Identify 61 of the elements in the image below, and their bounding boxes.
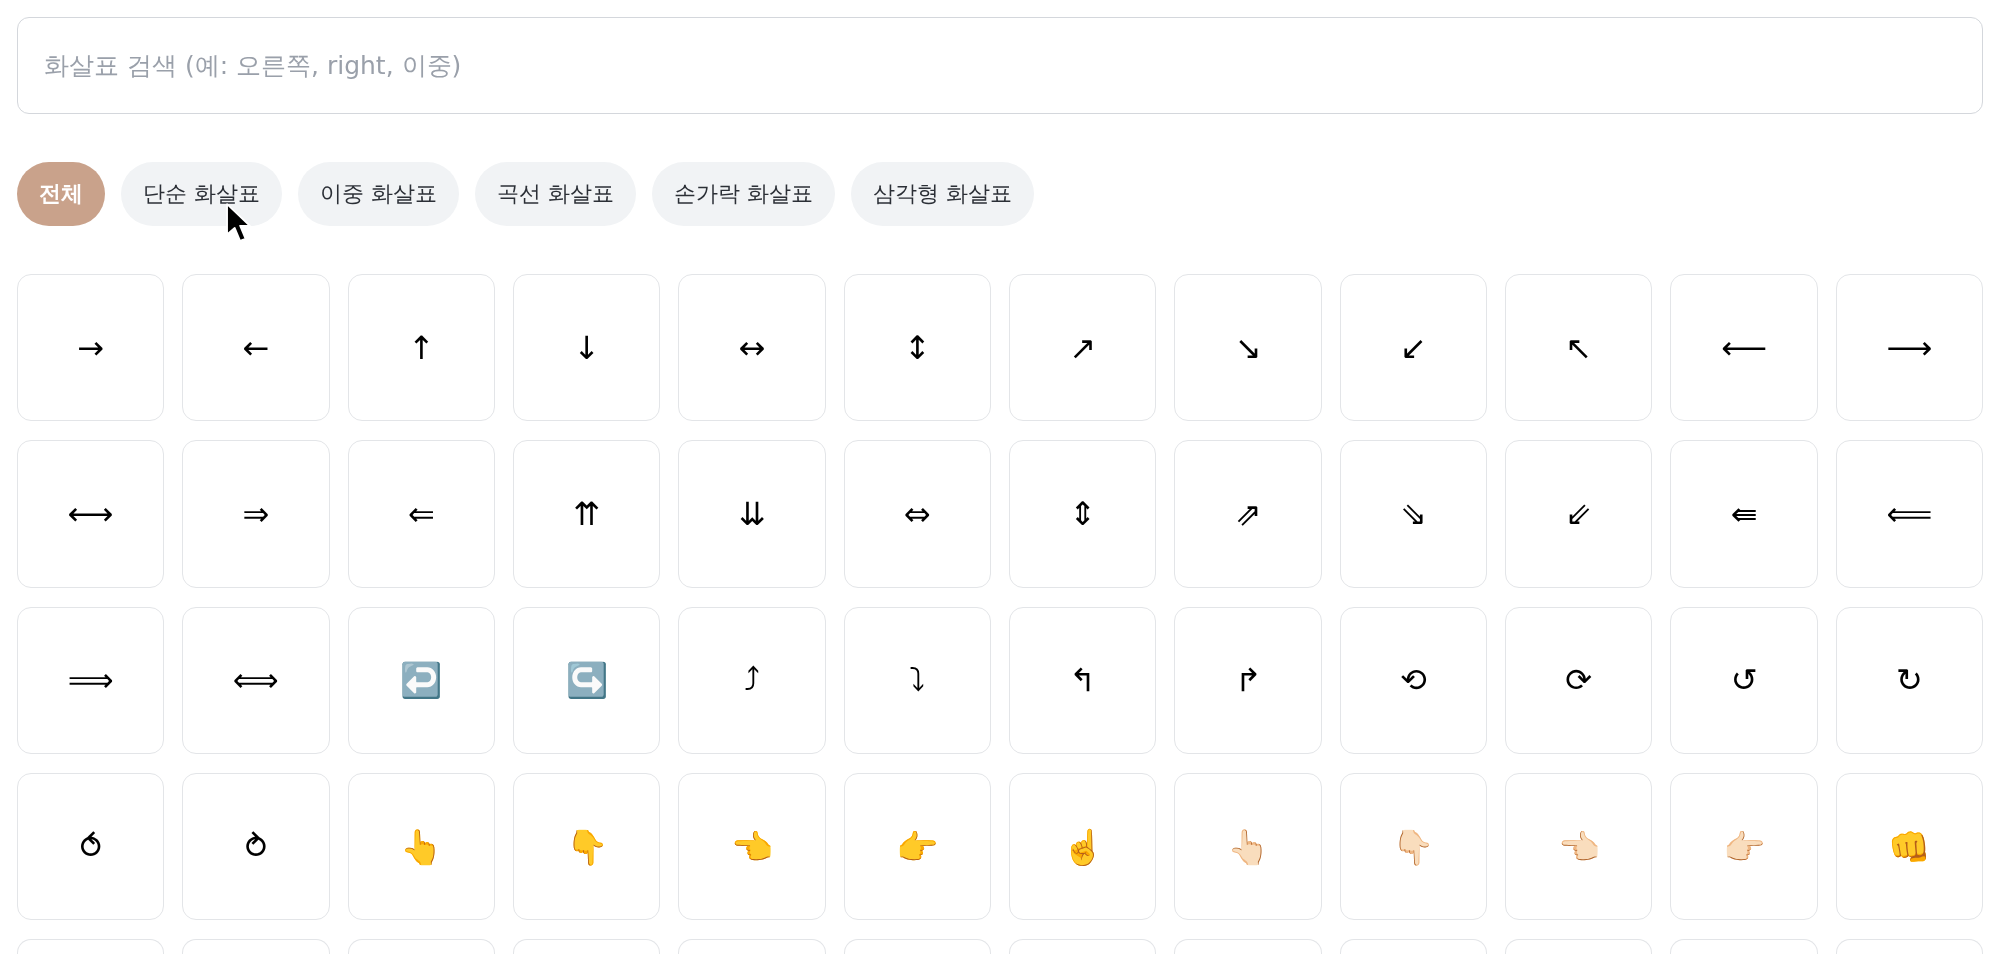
symbol-card[interactable]: ↻ [1835, 606, 1984, 755]
symbol-card[interactable]: ↪ [513, 606, 661, 755]
symbol-card[interactable]: ↺ [1670, 606, 1818, 755]
symbol-card[interactable]: ⥁ [182, 773, 330, 921]
filter-chip[interactable]: 삼각형 화살표 [851, 162, 1034, 226]
symbol-card[interactable] [1174, 939, 1322, 954]
symbol-card[interactable]: → [17, 274, 165, 422]
symbol-card[interactable]: ⟳ [1505, 606, 1653, 755]
symbol-card[interactable]: ↱ [1174, 606, 1322, 755]
symbol-card[interactable]: ⇘ [1339, 440, 1488, 588]
symbol-card[interactable]: ↑ [347, 274, 496, 422]
symbol-card[interactable]: ⟵ [1670, 274, 1818, 422]
symbol-card[interactable]: ⟶ [1835, 274, 1984, 422]
symbol-card[interactable]: ↕ [843, 274, 992, 422]
symbol-card[interactable]: ⇗ [1174, 440, 1322, 588]
symbol-card[interactable]: ⇒ [182, 440, 330, 588]
filter-chip[interactable]: 손가락 화살표 [652, 162, 835, 226]
symbol-card[interactable]: ↖ [1505, 274, 1653, 422]
symbol-card[interactable] [182, 939, 330, 954]
symbol-card[interactable]: ⟸ [1835, 440, 1984, 588]
filter-chip[interactable]: 단순 화살표 [121, 162, 282, 226]
symbol-card[interactable]: ⇈ [513, 440, 661, 588]
symbol-card[interactable]: 👆🏻 [1174, 773, 1322, 921]
symbol-card[interactable]: ⇙ [1505, 440, 1653, 588]
symbol-card[interactable]: ⇕ [1009, 440, 1157, 588]
symbol-card[interactable]: ↔ [678, 274, 826, 422]
symbol-card[interactable]: ⇐ [347, 440, 496, 588]
search-field[interactable]: 화살표 검색 (예: 오른쪽, right, 이중) [17, 17, 1983, 114]
symbol-card[interactable]: ↩ [347, 606, 496, 755]
symbol-card[interactable]: ⇊ [678, 440, 826, 588]
symbol-card[interactable]: ↘ [1174, 274, 1322, 422]
symbol-card[interactable]: ⇚ [1670, 440, 1818, 588]
symbol-card[interactable] [1835, 939, 1984, 954]
symbol-card[interactable] [1505, 939, 1653, 954]
symbol-card[interactable]: ← [182, 274, 330, 422]
symbol-card[interactable]: ⟲ [1339, 606, 1488, 755]
symbol-card[interactable] [1009, 939, 1157, 954]
symbol-card[interactable]: ↗ [1009, 274, 1157, 422]
filter-chip[interactable]: 곡선 화살표 [475, 162, 636, 226]
symbol-card[interactable]: ⥀ [17, 773, 165, 921]
symbol-card[interactable]: ⤵ [843, 606, 992, 755]
symbol-card[interactable]: ⟹ [17, 606, 165, 755]
symbol-card[interactable]: ⤴ [678, 606, 826, 755]
symbol-card[interactable] [347, 939, 496, 954]
mouse-pointer-icon [226, 203, 252, 242]
symbol-card[interactable] [1339, 939, 1488, 954]
symbol-card[interactable] [1670, 939, 1818, 954]
symbol-card[interactable]: ↰ [1009, 606, 1157, 755]
symbol-card[interactable]: ⇔ [843, 440, 992, 588]
symbol-card[interactable] [678, 939, 826, 954]
symbol-card[interactable]: ↙ [1339, 274, 1488, 422]
symbol-card[interactable]: 👈🏻 [1505, 773, 1653, 921]
symbol-card[interactable]: ⟷ [17, 440, 165, 588]
symbol-card[interactable] [17, 939, 165, 954]
symbol-card[interactable] [843, 939, 992, 954]
symbol-card[interactable]: 👉🏻 [1670, 773, 1818, 921]
symbol-card[interactable]: ⟺ [182, 606, 330, 755]
filter-chip[interactable]: 이중 화살표 [298, 162, 459, 226]
symbol-card[interactable]: 👇🏻 [1339, 773, 1488, 921]
symbol-card[interactable] [513, 939, 661, 954]
symbol-card[interactable]: ↓ [513, 274, 661, 422]
